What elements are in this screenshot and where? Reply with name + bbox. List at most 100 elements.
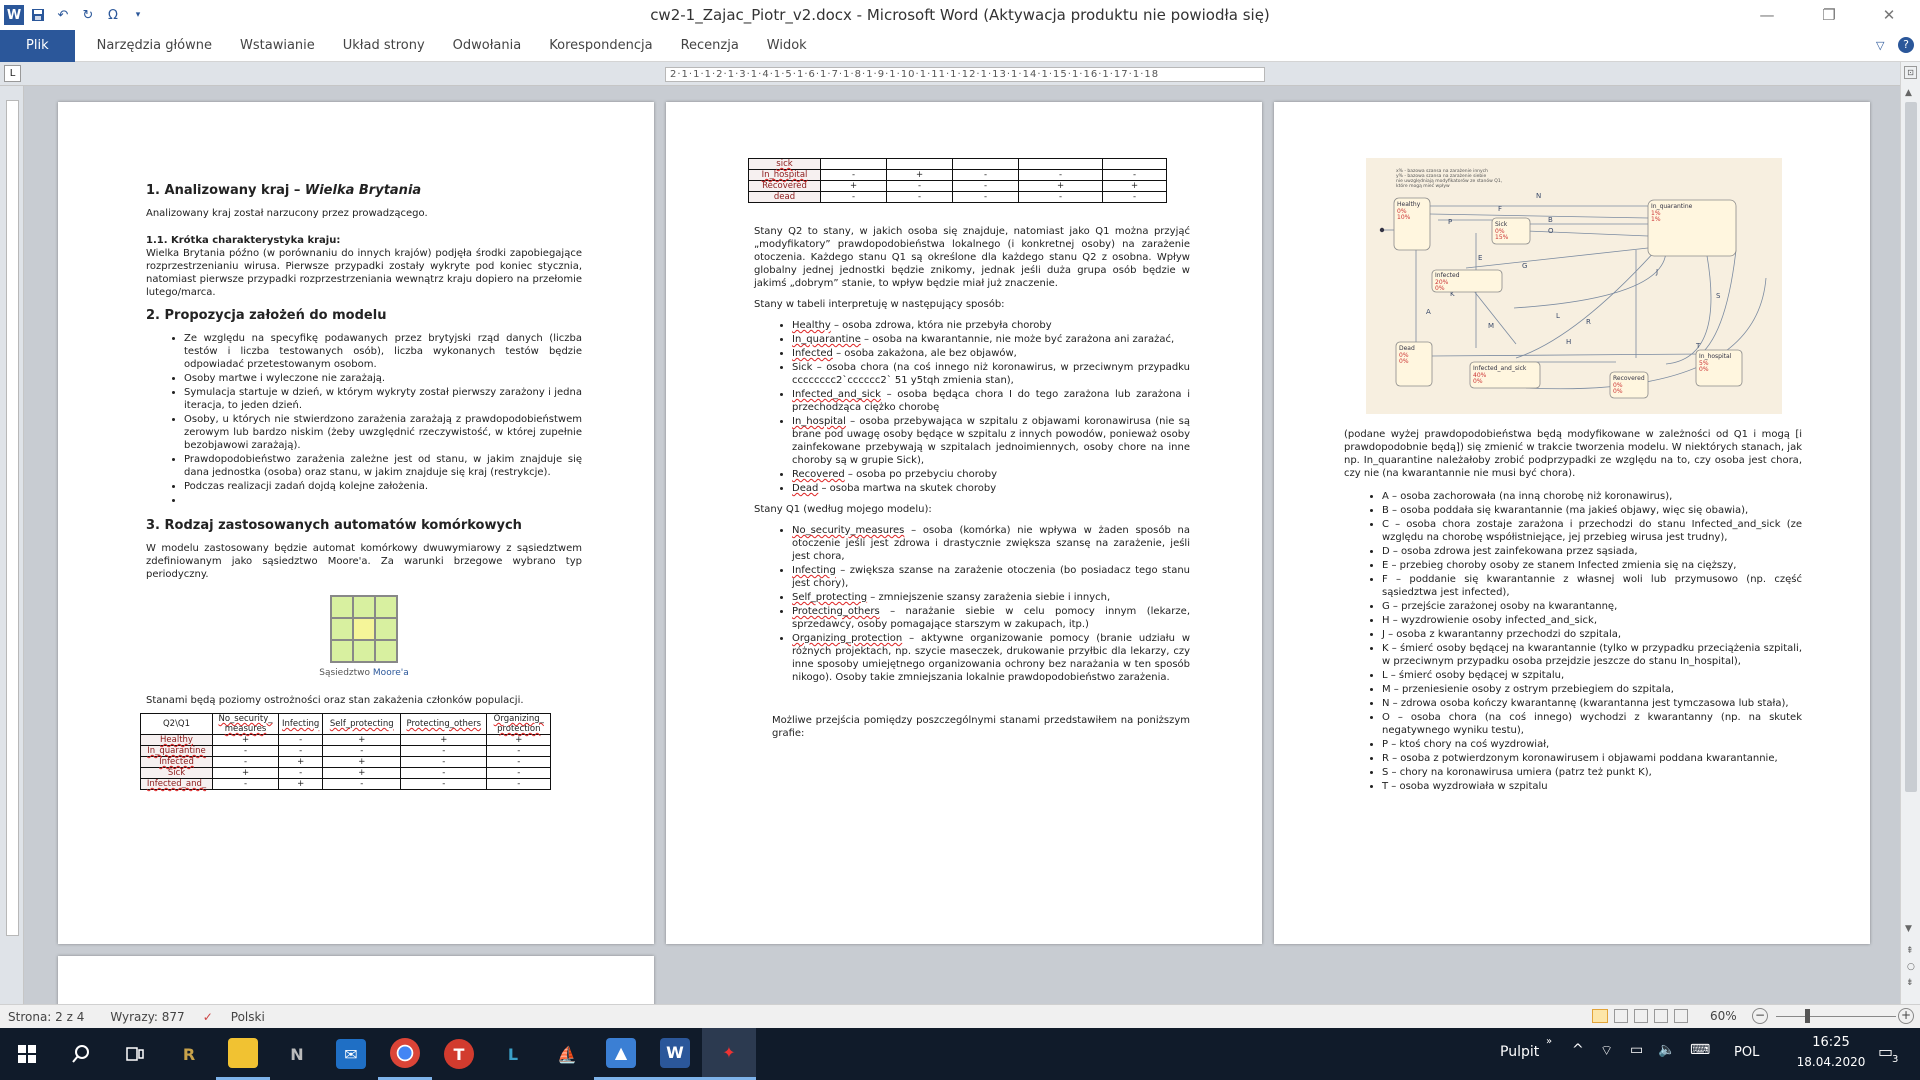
edge-label: O	[1548, 227, 1554, 235]
notion-icon[interactable]: N	[270, 1028, 324, 1080]
word-count[interactable]: Wyrazy: 877	[110, 1010, 184, 1024]
ruler-toggle-icon[interactable]: ⊡	[1904, 66, 1917, 79]
document-canvas[interactable]: 1. Analizowany kraj – Wielka Brytania An…	[24, 86, 1900, 1004]
show-hidden-icons-icon[interactable]: ^	[1572, 1042, 1584, 1058]
restore-icon[interactable]: ❐	[1806, 0, 1852, 30]
tab-mailings[interactable]: Korespondencja	[535, 30, 666, 62]
tab-view[interactable]: Widok	[753, 30, 821, 62]
zoom-slider[interactable]	[1776, 1016, 1896, 1017]
page-4[interactable]	[58, 956, 654, 1004]
keyboard-icon[interactable]: ⌨	[1690, 1042, 1710, 1058]
volume-icon[interactable]: 🔈	[1658, 1042, 1675, 1058]
word-logo[interactable]: W	[4, 5, 24, 25]
table-cell: +	[1018, 180, 1103, 192]
desktop-label[interactable]: Pulpit	[1500, 1044, 1539, 1060]
tab-home[interactable]: Narzędzia główne	[83, 30, 226, 62]
table-cell: +	[820, 180, 887, 192]
list-item: Osoby martwe i wyleczone nie zarażają.	[184, 372, 582, 385]
zoom-out-icon[interactable]: −	[1752, 1008, 1768, 1024]
league-icon[interactable]: L	[486, 1028, 540, 1080]
clock-time[interactable]: 16:25	[1796, 1035, 1866, 1050]
desktop-toolbar-chevron-icon[interactable]: »	[1546, 1036, 1552, 1047]
table-row: Sick + - + - -	[140, 767, 552, 779]
full-screen-reading-icon[interactable]	[1614, 1009, 1628, 1023]
notification-icon[interactable]: ▭	[1878, 1042, 1893, 1061]
subheading: 1.1. Krótka charakterystyka kraju:	[146, 235, 341, 246]
table-cell: +	[277, 778, 324, 790]
table-row: Infected_and_ - + - - -	[140, 778, 552, 790]
riot-icon[interactable]: R	[162, 1028, 216, 1080]
page-indicator[interactable]: Strona: 2 z 4	[8, 1010, 84, 1024]
list-item: Self_protecting – zmniejszenie szansy za…	[792, 591, 1190, 604]
state-label: Dead	[1399, 345, 1415, 352]
print-layout-view-icon[interactable]	[1592, 1009, 1608, 1023]
page-2[interactable]: sick In_hospital - + - - - Recovered + - - + + dea…	[666, 102, 1262, 944]
draft-view-icon[interactable]	[1674, 1009, 1688, 1023]
input-language[interactable]: POL	[1734, 1045, 1759, 1060]
list-item: K – śmierć osoby będącej na kwarantannie…	[1382, 642, 1802, 668]
task-view-icon[interactable]	[108, 1028, 162, 1080]
language-indicator[interactable]: Polski	[231, 1010, 265, 1024]
state-label: Recovered	[1613, 375, 1645, 382]
next-page-icon[interactable]: ⇟	[1906, 978, 1914, 988]
vertical-ruler-scale[interactable]	[6, 100, 19, 936]
table-cell: +	[212, 767, 279, 779]
state-label: Sick	[1495, 221, 1508, 228]
search-icon[interactable]	[54, 1028, 108, 1080]
taskbar: R N ✉ T L ⛵ ▲ W ✦ Pulpit » ^ ⌔ ▭ 🔈 ⌨ POL…	[0, 1028, 1920, 1080]
sailboat-icon[interactable]: ⛵	[540, 1028, 594, 1080]
horizontal-ruler[interactable]: 2·1·1·1·2·1·3·1·4·1·5·1·6·1·7·1·8·1·9·1·…	[665, 67, 1265, 82]
clock-date[interactable]: 18.04.2020	[1796, 1055, 1866, 1069]
table-cell	[1102, 158, 1167, 170]
photos-icon[interactable]: ▲	[594, 1028, 648, 1080]
browse-object-icon[interactable]: ○	[1907, 962, 1915, 972]
table-cell: -	[400, 756, 488, 768]
zoom-slider-thumb[interactable]	[1805, 1009, 1810, 1023]
outline-view-icon[interactable]	[1654, 1009, 1668, 1023]
tab-references[interactable]: Odwołania	[439, 30, 536, 62]
zoom-level[interactable]: 60%	[1710, 1009, 1737, 1023]
save-icon[interactable]	[27, 4, 49, 26]
redo-icon[interactable]: ↻	[77, 4, 99, 26]
states-table: Q2\Q1 No_security_ measures Infecting Se…	[140, 713, 552, 790]
close-icon[interactable]: ✕	[1866, 0, 1912, 30]
chrome-icon[interactable]	[378, 1028, 432, 1080]
omega-icon[interactable]: Ω	[102, 4, 124, 26]
file-explorer-icon[interactable]	[216, 1028, 270, 1080]
todoist-icon[interactable]: T	[432, 1028, 486, 1080]
paragraph: Stany Q1 (według mojego modelu):	[754, 504, 932, 515]
previous-page-icon[interactable]: ⇞	[1906, 946, 1914, 956]
paragraph: Analizowany kraj został narzucony przez …	[146, 208, 428, 219]
state-label: In_quarantine	[1651, 203, 1693, 210]
wifi-icon[interactable]: ⌔	[1600, 1042, 1613, 1060]
window-title: cw2-1_Zajac_Piotr_v2.docx - Microsoft Wo…	[650, 6, 1270, 24]
page-1[interactable]: 1. Analizowany kraj – Wielka Brytania An…	[58, 102, 654, 944]
undo-icon[interactable]: ↶	[52, 4, 74, 26]
windows-start-icon[interactable]	[0, 1028, 54, 1080]
list-item: A – osoba zachorowała (na inną chorobę n…	[1382, 490, 1802, 503]
mail-icon[interactable]: ✉	[324, 1028, 378, 1080]
tab-selector[interactable]: L	[4, 65, 21, 82]
help-icon[interactable]: ?	[1898, 37, 1914, 53]
table-header: Self_protecting	[322, 713, 402, 735]
web-layout-icon[interactable]	[1634, 1009, 1648, 1023]
word-taskbar-icon[interactable]: W	[648, 1028, 702, 1080]
collapse-ribbon-icon[interactable]: ▽	[1876, 39, 1884, 52]
zoom-in-icon[interactable]: +	[1898, 1008, 1914, 1024]
battery-icon[interactable]: ▭	[1630, 1042, 1643, 1058]
vertical-scrollbar[interactable]: ⊡ ▲ ▼ ⇞ ○ ⇟	[1900, 62, 1920, 1004]
tab-insert[interactable]: Wstawianie	[226, 30, 329, 62]
scrollbar-thumb[interactable]	[1905, 102, 1917, 792]
tab-review[interactable]: Recenzja	[667, 30, 753, 62]
tab-file[interactable]: Plik	[0, 29, 75, 62]
lol-icon[interactable]: ✦	[702, 1028, 756, 1080]
vertical-ruler	[0, 86, 24, 1006]
page-3[interactable]: N F P B O C E G K J L A H R T S M	[1274, 102, 1870, 944]
minimize-icon[interactable]: —	[1744, 0, 1790, 30]
customize-icon[interactable]: ▾	[127, 4, 149, 26]
tab-layout[interactable]: Układ strony	[329, 30, 439, 62]
scroll-up-arrow-icon[interactable]: ▲	[1905, 88, 1912, 98]
proofing-icon[interactable]: ✓	[203, 1010, 213, 1024]
scroll-down-arrow-icon[interactable]: ▼	[1905, 924, 1912, 934]
table-cell: -	[886, 191, 953, 203]
